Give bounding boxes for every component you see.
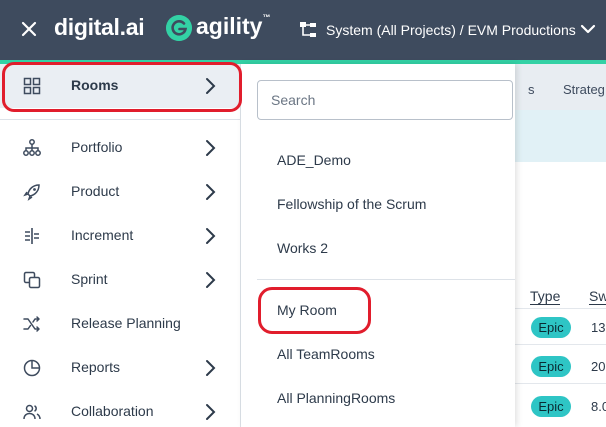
swag-value: 13 bbox=[591, 320, 606, 335]
type-badge: Epic bbox=[531, 317, 571, 338]
rocket-icon bbox=[23, 184, 40, 201]
row-divider bbox=[515, 344, 606, 345]
nav-item-portfolio[interactable]: Portfolio bbox=[0, 126, 240, 170]
nav-item-label: Reports bbox=[71, 359, 121, 375]
swag-value: 20 bbox=[591, 359, 606, 374]
swag-value: 8.0 bbox=[591, 399, 606, 414]
column-header-swag[interactable]: Sw bbox=[589, 288, 606, 305]
background-tab[interactable]: s bbox=[528, 82, 535, 97]
sprint-icon bbox=[23, 271, 41, 289]
chevron-right-icon bbox=[206, 184, 216, 200]
nav-item-label: Portfolio bbox=[71, 139, 123, 155]
pie-chart-icon bbox=[23, 359, 41, 377]
nav-item-product[interactable]: Product bbox=[0, 170, 240, 214]
row-divider bbox=[515, 308, 606, 309]
side-navigation: Rooms Portfolio Product Increment Sprint… bbox=[0, 64, 241, 427]
nav-item-collaboration[interactable]: Collaboration bbox=[0, 390, 240, 427]
nav-item-label: Collaboration bbox=[71, 403, 154, 419]
row-divider bbox=[515, 383, 606, 384]
agility-logo-icon bbox=[166, 15, 192, 41]
shuffle-icon bbox=[23, 316, 40, 332]
project-tree-icon bbox=[300, 22, 316, 37]
rooms-search-input[interactable] bbox=[257, 80, 513, 120]
room-item[interactable]: Fellowship of the Scrum bbox=[277, 196, 426, 212]
chevron-right-icon bbox=[206, 228, 216, 244]
rooms-submenu: ADE_Demo Fellowship of the Scrum Works 2… bbox=[241, 64, 515, 427]
nav-item-label: Product bbox=[71, 183, 120, 199]
nav-item-label: Increment bbox=[71, 227, 134, 243]
chevron-down-icon[interactable] bbox=[580, 22, 596, 36]
type-badge: Epic bbox=[531, 396, 571, 417]
nav-item-reports[interactable]: Reports bbox=[0, 346, 240, 390]
background-band bbox=[515, 110, 606, 162]
all-teamrooms-link[interactable]: All TeamRooms bbox=[277, 346, 375, 362]
background-tab[interactable]: Strateg bbox=[563, 82, 605, 97]
room-item[interactable]: ADE_Demo bbox=[277, 152, 351, 168]
agility-logo-text: agility™ bbox=[196, 13, 271, 39]
people-icon bbox=[23, 404, 41, 420]
digital-ai-logo: digital.ai bbox=[54, 14, 145, 40]
type-badge: Epic bbox=[531, 356, 571, 377]
chevron-right-icon bbox=[206, 404, 216, 420]
nav-item-release-planning[interactable]: Release Planning bbox=[0, 302, 240, 346]
hierarchy-icon bbox=[23, 139, 41, 156]
column-header-type[interactable]: Type bbox=[530, 288, 561, 305]
chevron-right-icon bbox=[206, 272, 216, 288]
top-header: digital.ai agility™ System (All Projects… bbox=[0, 0, 606, 60]
chevron-right-icon bbox=[206, 360, 216, 376]
my-room-highlight-annotation bbox=[258, 287, 371, 334]
nav-divider bbox=[0, 119, 240, 120]
close-icon[interactable] bbox=[20, 20, 38, 38]
project-breadcrumb[interactable]: System (All Projects) / EVM Productions bbox=[326, 22, 576, 38]
all-planningrooms-link[interactable]: All PlanningRooms bbox=[277, 390, 395, 406]
rooms-highlight-annotation bbox=[2, 62, 242, 112]
nav-item-label: Sprint bbox=[71, 271, 108, 287]
nav-item-sprint[interactable]: Sprint bbox=[0, 258, 240, 302]
nav-item-label: Release Planning bbox=[71, 315, 181, 331]
nav-item-increment[interactable]: Increment bbox=[0, 214, 240, 258]
chevron-right-icon bbox=[206, 140, 216, 156]
increment-icon bbox=[25, 228, 39, 244]
room-item[interactable]: Works 2 bbox=[277, 240, 328, 256]
rooms-divider bbox=[257, 279, 515, 280]
